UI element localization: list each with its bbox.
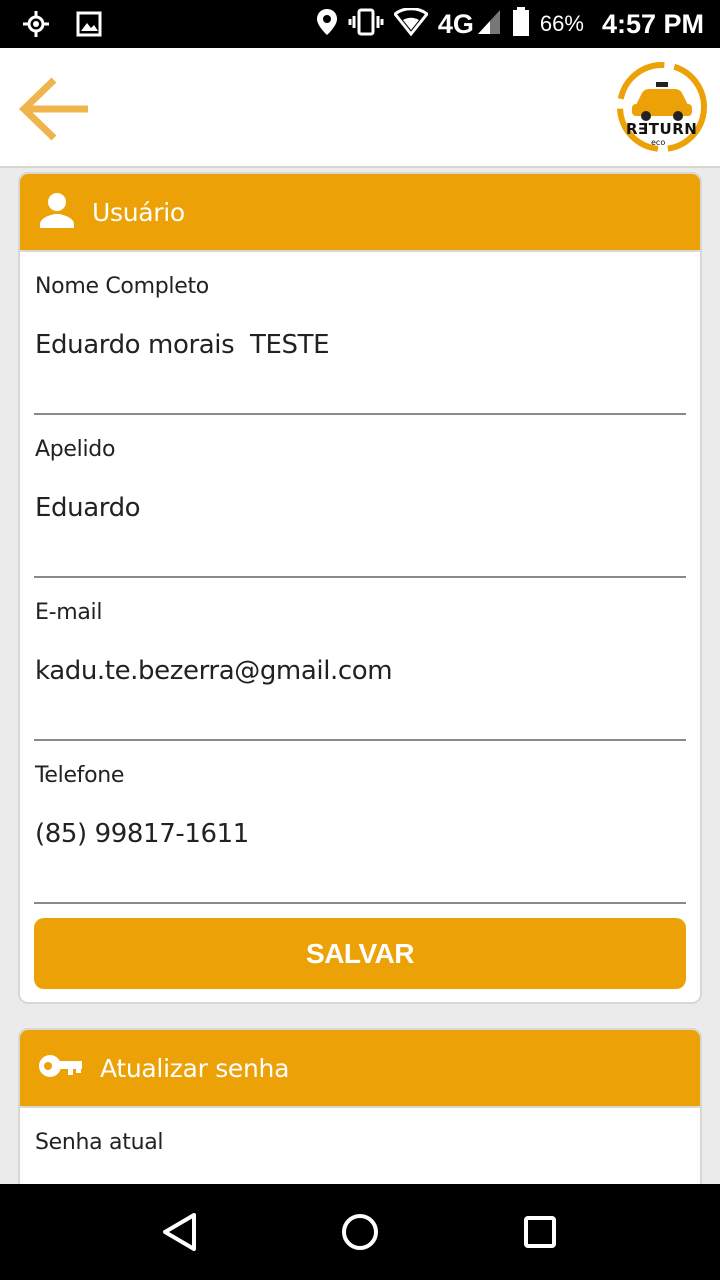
nav-home-button[interactable] [340, 1212, 380, 1252]
phone-input[interactable] [35, 819, 675, 849]
full-name-field: Nome Completo [34, 252, 686, 415]
wifi-icon [392, 6, 429, 41]
full-name-label: Nome Completo [35, 274, 209, 299]
email-field: E-mail [34, 578, 686, 741]
password-card-title: Atualizar senha [100, 1053, 290, 1083]
nickname-input[interactable] [35, 493, 675, 523]
user-card-header: Usuário [20, 174, 700, 252]
phone-label: Telefone [35, 763, 125, 788]
location-target-icon [22, 10, 50, 42]
nav-bar [0, 1184, 720, 1280]
save-button[interactable]: SALVAR [34, 918, 686, 989]
back-button[interactable] [18, 72, 92, 146]
vibrate-icon [348, 8, 384, 41]
password-card-header: Atualizar senha [20, 1030, 700, 1108]
battery-icon [512, 6, 530, 42]
network-type: 4G [437, 8, 474, 39]
return-logo: R∃TURN eco [616, 60, 708, 154]
full-name-input[interactable] [35, 330, 675, 360]
logo-text: R∃TURN [626, 120, 698, 138]
nickname-field: Apelido [34, 415, 686, 578]
user-card-title: Usuário [92, 197, 185, 227]
current-password-label: Senha atual [35, 1130, 164, 1155]
logo-subtext: eco [651, 138, 666, 147]
app-bar: R∃TURN eco [0, 48, 720, 168]
person-icon [38, 192, 76, 232]
nickname-label: Apelido [35, 437, 116, 462]
status-bar: 4G 66% 4:57 PM [0, 0, 720, 48]
recents-square-icon [524, 1216, 556, 1248]
battery-percent: 66% [539, 11, 584, 36]
password-card: Atualizar senha Senha atual [18, 1028, 702, 1184]
back-triangle-icon [163, 1213, 196, 1251]
image-icon [76, 11, 102, 41]
signal-icon [476, 8, 502, 41]
clock: 4:57 PM [601, 8, 704, 39]
location-pin-icon [316, 8, 338, 41]
profile-content[interactable]: Usuário Nome Completo Apelido E-mail Tel… [0, 170, 720, 1184]
phone-field: Telefone [34, 741, 686, 904]
home-circle-icon [342, 1214, 378, 1250]
nav-back-button[interactable] [160, 1212, 200, 1252]
email-input[interactable] [35, 656, 675, 686]
arrow-left-icon [18, 77, 88, 141]
key-icon [38, 1053, 84, 1083]
nav-recents-button[interactable] [520, 1212, 560, 1252]
user-card: Usuário Nome Completo Apelido E-mail Tel… [18, 172, 702, 1004]
email-label: E-mail [35, 600, 103, 625]
